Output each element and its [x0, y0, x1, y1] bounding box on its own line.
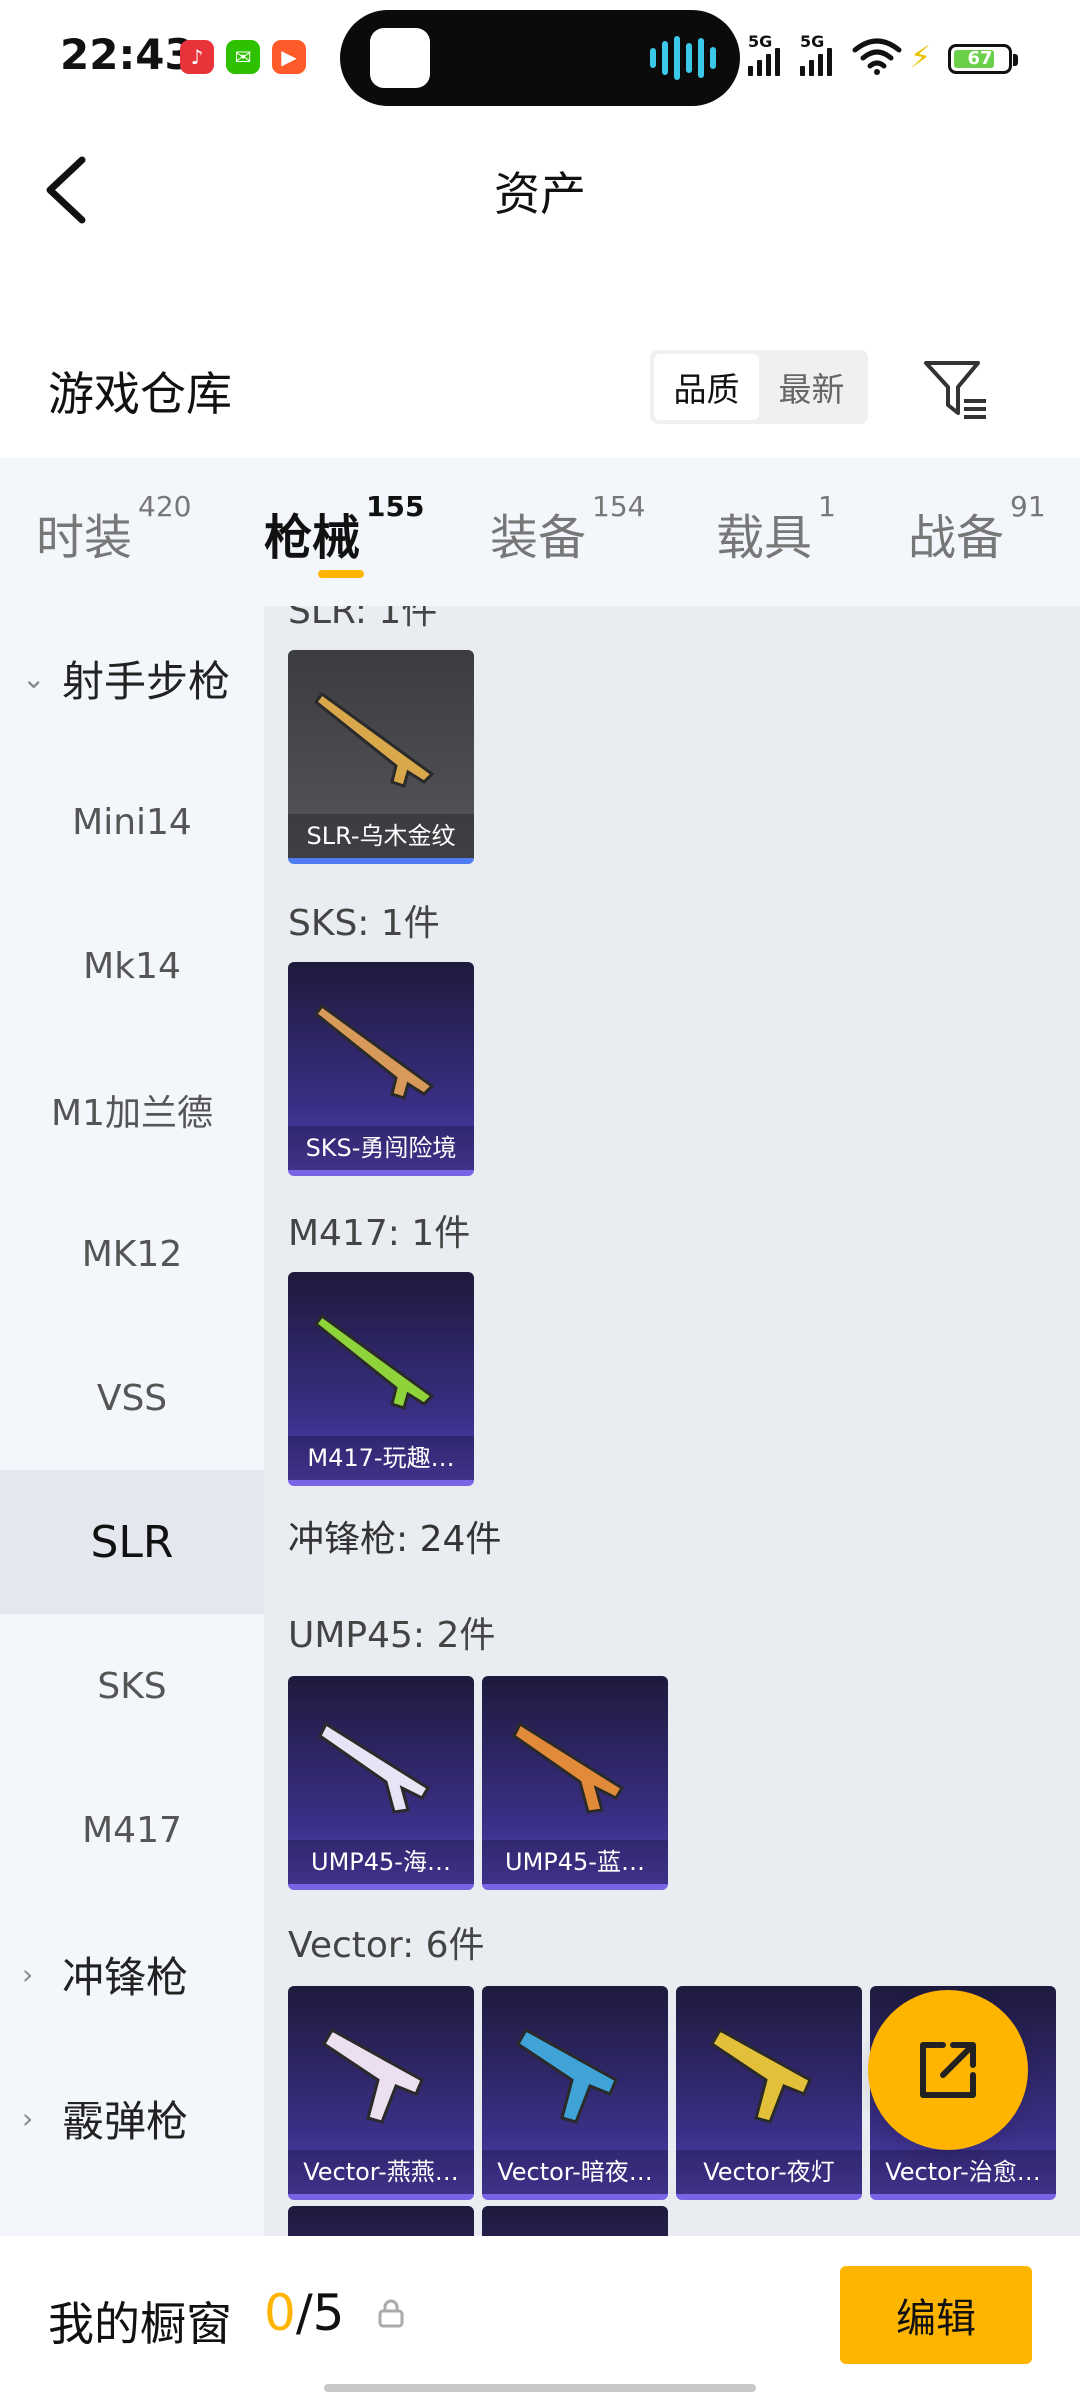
sidebar-item-vss[interactable]: VSS	[0, 1326, 264, 1470]
section-label-m417: M417: 1件	[288, 1213, 471, 1254]
status-bar: 22:43 ♪ ✉ ▶ 5G 5G ⚡ 67	[0, 0, 1080, 120]
netease-music-icon: ♪	[180, 40, 214, 74]
edit-button[interactable]: 编辑	[840, 2266, 1032, 2364]
tab-vehicles[interactable]: 载具1	[716, 490, 836, 568]
battery-level: 67	[967, 48, 993, 69]
item-name: M417-玩趣…	[288, 1436, 474, 1480]
page-title: 资产	[494, 167, 586, 221]
sort-quality-option[interactable]: 品质	[654, 354, 759, 420]
smg-icon	[322, 2027, 424, 2124]
lock-icon	[378, 2299, 404, 2328]
item-card[interactable]	[288, 2206, 474, 2236]
section-label-sks: SKS: 1件	[288, 903, 440, 944]
sidebar-item-m417[interactable]: M417	[0, 1758, 264, 1902]
tab-fashion[interactable]: 时装420	[36, 490, 191, 568]
weapon-type-sidebar: ⌄ 射手步枪 Mini14 Mk14 M1加兰德 MK12 VSS SLR SKS…	[0, 606, 264, 2236]
category-tabs: 时装420 枪械155 装备154 载具1 战备91	[0, 458, 1080, 606]
sidebar-item-mk12[interactable]: MK12	[0, 1182, 264, 1326]
smg-icon	[516, 2027, 618, 2124]
rifle-icon	[313, 1003, 435, 1100]
chevron-right-icon: ›	[22, 2101, 34, 2135]
item-card[interactable]: Vector-暗夜…	[482, 1986, 668, 2200]
sort-toggle: 品质 最新	[650, 350, 868, 424]
section-label-vector: Vector: 6件	[288, 1925, 485, 1966]
home-indicator[interactable]	[324, 2384, 756, 2392]
sidebar-item-mini14[interactable]: Mini14	[0, 750, 264, 894]
status-time: 22:43	[60, 30, 194, 79]
showcase-bar: 我的橱窗 0/5 编辑	[0, 2236, 1080, 2400]
share-button[interactable]	[868, 1990, 1028, 2150]
media-thumbnail	[370, 28, 430, 88]
share-external-icon	[920, 2042, 976, 2098]
dynamic-island[interactable]	[340, 10, 740, 106]
sidebar-item-mk14[interactable]: Mk14	[0, 894, 264, 1038]
tab-weapons[interactable]: 枪械155	[264, 490, 424, 568]
battery-icon: 67	[948, 44, 1018, 74]
chevron-right-icon: ›	[22, 1957, 34, 1991]
chevron-down-icon: ⌄	[22, 661, 46, 695]
item-card[interactable]: M417-玩趣…	[288, 1272, 474, 1486]
tab-equipment[interactable]: 装备154	[490, 490, 645, 568]
section-label-ump45: UMP45: 2件	[288, 1615, 496, 1656]
sort-newest-option[interactable]: 最新	[759, 354, 864, 420]
item-card[interactable]: UMP45-蓝…	[482, 1676, 668, 1890]
item-name: SLR-乌木金纹	[288, 814, 474, 858]
item-name: SKS-勇闯险境	[288, 1126, 474, 1170]
tab-supplies[interactable]: 战备91	[908, 490, 1046, 568]
active-tab-indicator	[318, 570, 364, 578]
item-name: Vector-暗夜…	[482, 2150, 668, 2194]
signal-1-icon: 5G	[748, 32, 780, 76]
audio-wave-icon	[650, 36, 716, 80]
signal-2-icon: 5G	[800, 32, 832, 76]
item-card[interactable]: Vector-燕燕…	[288, 1986, 474, 2200]
item-name: Vector-夜灯	[676, 2150, 862, 2194]
item-name: Vector-燕燕…	[288, 2150, 474, 2194]
item-name: Vector-治愈…	[870, 2150, 1056, 2194]
wechat-icon: ✉	[226, 40, 260, 74]
smg-icon	[318, 1721, 431, 1814]
sidebar-item-sks[interactable]: SKS	[0, 1614, 264, 1758]
item-card[interactable]: UMP45-海…	[288, 1676, 474, 1890]
item-card[interactable]	[482, 2206, 668, 2236]
rifle-icon	[313, 1313, 435, 1410]
section-label-smg: 冲锋枪: 24件	[288, 1519, 502, 1560]
sidebar-group-smg[interactable]: › 冲锋枪	[0, 1902, 264, 2046]
filter-icon[interactable]	[920, 355, 990, 425]
item-name: UMP45-海…	[288, 1840, 474, 1884]
item-card[interactable]: SKS-勇闯险境	[288, 962, 474, 1176]
showcase-count: 0/5	[264, 2284, 345, 2342]
kuaishou-icon: ▶	[272, 40, 306, 74]
rifle-icon	[313, 691, 435, 788]
sidebar-group-shotgun[interactable]: › 霰弹枪	[0, 2046, 264, 2190]
item-card[interactable]: SLR-乌木金纹	[288, 650, 474, 864]
item-name: UMP45-蓝…	[482, 1840, 668, 1884]
item-card[interactable]: Vector-夜灯	[676, 1986, 862, 2200]
charging-icon: ⚡	[910, 40, 932, 75]
sidebar-item-slr[interactable]: SLR	[0, 1470, 264, 1614]
wifi-icon	[852, 38, 902, 75]
showcase-label: 我的橱窗	[48, 2297, 232, 2351]
warehouse-title: 游戏仓库	[48, 367, 232, 421]
notification-icons: ♪ ✉ ▶	[180, 40, 306, 74]
sidebar-group-marksman-rifles[interactable]: ⌄ 射手步枪	[0, 606, 264, 750]
section-label-slr: SLR: 1件	[288, 606, 438, 632]
sidebar-item-m1-garand[interactable]: M1加兰德	[0, 1038, 264, 1182]
smg-icon	[512, 1721, 625, 1814]
smg-icon	[710, 2027, 812, 2124]
